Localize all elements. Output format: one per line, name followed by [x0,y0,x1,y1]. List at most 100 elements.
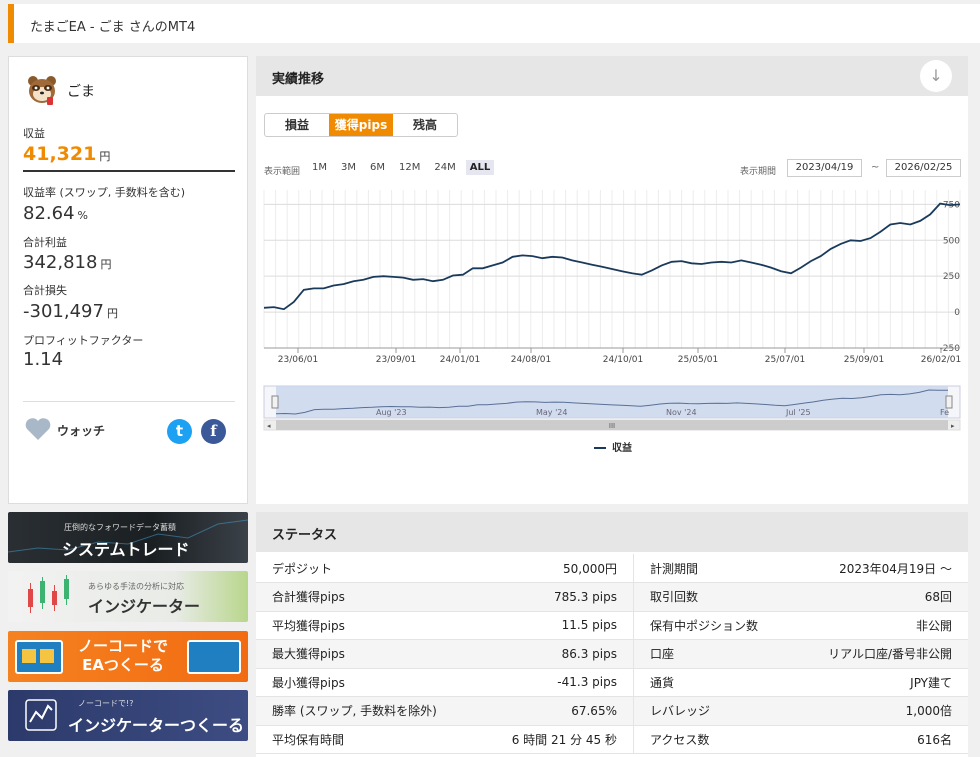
status-value: 616名 [792,725,968,754]
profit-unit: 円 [99,150,111,163]
profit-value-row: 41,321 円 [23,143,110,165]
scroll-left-arrow: ◂ [267,422,271,430]
banner-main: システムトレード [62,540,190,559]
status-value: 1,000倍 [792,696,968,726]
banner-main: インジケーターつくーる [68,716,245,735]
status-row: 合計獲得pips 785.3 pips 取引回数 68回 [256,582,968,612]
banner-indicator-tsukuru[interactable]: ノーコードで!? インジケーターつくーる [8,690,248,741]
pf-value: 1.14 [23,349,64,370]
watch-label[interactable]: ウォッチ [57,422,105,439]
page-title: たまごEA - ごま さんのMT4 [30,20,196,35]
status-row: デポジット 50,000円 計測期間 2023年04月19日 ～ [256,554,968,583]
banner-main: ノーコードで EAつくーる [78,637,168,675]
banner-sub: ノーコードで!? [78,699,134,708]
banner-system-trade[interactable]: 圧倒的なフォワードデータ蓄積 システムトレード [8,512,248,563]
y-tick-label: 250 [943,272,960,282]
y-tick-label: 0 [954,308,960,318]
scroll-right-arrow: ▸ [951,422,955,430]
navigator-label: Jul '25 [785,408,811,417]
gross-profit-unit: 円 [100,258,112,271]
candlestick-icon [28,575,69,613]
scrollbar-grip: III [609,422,615,430]
banner-indicator[interactable]: あらゆる手法の分析に対応 インジケーター [8,571,248,622]
x-tick-label: 26/02/01 [921,355,961,365]
username[interactable]: ごま [67,81,95,101]
indicator-chart-icon [25,699,57,731]
status-value: -41.3 pips [478,668,634,697]
x-tick-label: 25/07/01 [765,355,805,365]
profit-value: 41,321 [23,143,97,165]
navigator-label: Aug '23 [376,408,407,417]
navigator-label: Fe [940,408,949,417]
heart-icon[interactable] [25,417,51,441]
status-row: 平均獲得pips 11.5 pips 保有中ポジション数 非公開 [256,611,968,640]
banner-ea-tsukuru[interactable]: ノーコードで EAつくーる [8,631,248,682]
status-value: 11.5 pips [478,611,634,640]
legend-label: 収益 [612,441,632,454]
status-value: 2023年04月19日 ～ [792,554,968,583]
twitter-icon[interactable]: t [167,419,192,444]
status-value: 68回 [792,582,968,612]
profit-label: 収益 [23,127,45,140]
tanuki-avatar-icon[interactable] [25,73,59,107]
status-key: 通貨 [632,668,793,697]
x-tick-label: 24/08/01 [511,355,551,365]
pips-chart[interactable]: 7505002500-25023/06/01 23/09/01 24/01/01 24… [256,56,968,504]
facebook-icon[interactable]: f [201,419,226,444]
y-tick-label: 500 [943,236,960,246]
banner-main: インジケーター [88,597,201,616]
status-key: 平均獲得pips [256,611,479,640]
gross-loss-value: -301,497 [23,301,104,322]
status-key: 取引回数 [632,582,793,612]
status-key: 最大獲得pips [256,639,479,669]
gross-loss-label: 合計損失 [23,284,67,297]
status-key: 計測期間 [632,554,793,583]
x-tick-label: 24/10/01 [603,355,643,365]
status-value: 86.3 pips [478,639,634,669]
gross-profit-label: 合計利益 [23,236,67,249]
y-tick-label: -250 [940,344,961,354]
x-tick-label: 25/05/01 [678,355,718,365]
status-key: デポジット [256,554,479,583]
status-value: 6 時間 21 分 45 秒 [478,725,634,754]
status-row: 勝率 (スワップ, 手数料を除外) 67.65% レバレッジ 1,000倍 [256,696,968,726]
profile-panel: ごま 収益 41,321 円 収益率 (スワップ, 手数料を含む) 82.64% … [8,56,248,504]
banner-main-line2: EAつくーる [82,656,164,674]
status-value: 785.3 pips [478,582,634,612]
x-tick-label: 23/09/01 [376,355,416,365]
rate-value-row: 82.64% [23,203,88,224]
status-value: 67.65% [478,696,634,726]
status-key: 口座 [632,639,793,669]
rate-label: 収益率 (スワップ, 手数料を含む) [23,186,186,199]
status-key: 合計獲得pips [256,582,479,612]
status-table: デポジット 50,000円 計測期間 2023年04月19日 ～合計獲得pips 785… [256,554,968,754]
x-tick-label: 25/09/01 [844,355,884,365]
status-key: レバレッジ [632,696,793,726]
gross-profit-value: 342,818 [23,252,98,273]
x-tick-label: 23/06/01 [278,355,318,365]
profit-underline [23,170,235,172]
banner-sub: あらゆる手法の分析に対応 [88,582,184,591]
performance-panel: 実績推移 ↓ 損益 獲得pips 残高 表示範囲 1M 3M 6M 12M 24… [256,56,968,504]
x-tick-label: 24/01/01 [440,355,480,365]
pf-label: プロフィットファクター [23,334,144,347]
rate-value: 82.64 [23,203,75,224]
status-value: JPY建て [792,668,968,697]
banner-sub: 圧倒的なフォワードデータ蓄積 [64,523,176,532]
status-value: 50,000円 [478,554,634,583]
status-header: ステータス [256,512,968,552]
status-title: ステータス [272,528,338,543]
status-key: 最小獲得pips [256,668,479,697]
status-row: 最大獲得pips 86.3 pips 口座 リアル口座/番号非公開 [256,639,968,669]
gross-profit-row: 342,818 円 [23,252,111,273]
status-value: リアル口座/番号非公開 [792,639,968,669]
page-header: たまごEA - ごま さんのMT4 [8,4,980,43]
status-row: 平均保有時間 6 時間 21 分 45 秒アクセス数 616名 [256,725,968,754]
navigator-handle-right [945,395,953,409]
status-row: 最小獲得pips -41.3 pips 通貨 JPY建て [256,668,968,697]
status-key: 勝率 (スワップ, 手数料を除外) [256,696,479,726]
status-key: 保有中ポジション数 [632,611,793,640]
navigator-label: Nov '24 [666,408,697,417]
navigator-handle-left [271,395,279,409]
gross-loss-row: -301,497 円 [23,301,118,322]
